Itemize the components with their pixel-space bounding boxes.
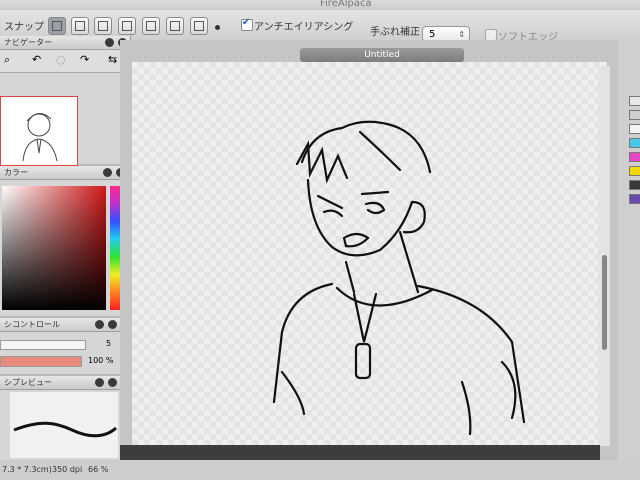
stabilizer-value: 5	[429, 29, 436, 40]
canvas-size: 7.3 * 7.3cm)	[2, 465, 52, 474]
canvas-zoom: 66 %	[88, 465, 109, 474]
antialias-checkbox[interactable]	[241, 17, 253, 31]
brush-preview-panel: シプレビュー	[0, 376, 121, 460]
palette-swatch[interactable]	[629, 166, 640, 176]
color-panel: カラー	[0, 166, 129, 316]
palette-swatch[interactable]	[629, 138, 640, 148]
thumbnail-sketch	[22, 113, 58, 162]
rotate-right-icon[interactable]: ↷	[80, 53, 89, 66]
color-title: カラー	[4, 168, 28, 177]
status-bar: 7.3 * 7.3cm) 350 dpi 66 %	[0, 460, 640, 480]
snap-circle-icon[interactable]	[142, 17, 160, 35]
document-tab[interactable]: Untitled	[300, 48, 464, 62]
navigator-header: ナビゲーター	[0, 36, 130, 50]
gear-icon[interactable]	[95, 378, 104, 387]
zoom-icon[interactable]: ⌕	[4, 53, 10, 67]
snap-parallel-icon[interactable]	[71, 17, 89, 35]
brush-control-title: シコントロール	[4, 320, 60, 329]
close-icon[interactable]	[108, 320, 117, 329]
gear-icon[interactable]	[105, 38, 114, 47]
brush-preview-header: シプレビュー	[0, 376, 120, 390]
snap-off-icon[interactable]	[48, 17, 66, 35]
palette-swatch[interactable]	[629, 194, 640, 204]
flip-icon[interactable]: ⇆	[108, 53, 117, 66]
stabilizer-label: 手ぶれ補正	[370, 27, 420, 38]
drawing-canvas[interactable]	[132, 62, 607, 445]
brush-stroke-preview	[13, 421, 118, 438]
reset-icon[interactable]: ◌	[56, 53, 66, 66]
brush-preview-canvas	[10, 392, 118, 458]
antialias-label: アンチエイリアシング	[254, 22, 354, 33]
snap-dot-icon[interactable]	[215, 25, 220, 30]
navigator-tools: ⌕ ↶ ◌ ↷ ⇆	[0, 50, 130, 73]
brush-size-slider[interactable]	[0, 340, 86, 350]
canvas-dpi: 350 dpi	[52, 465, 83, 474]
character-sketch	[272, 120, 526, 436]
horizontal-scrollbar[interactable]	[120, 445, 600, 460]
brush-preview-title: シプレビュー	[4, 378, 52, 387]
navigator-title: ナビゲーター	[4, 38, 52, 47]
snap-label: スナップ	[4, 22, 44, 33]
brush-control-header: シコントロール	[0, 318, 120, 332]
brush-control-panel: シコントロール 5 100 %	[0, 318, 121, 374]
rotate-left-icon[interactable]: ↶	[32, 53, 41, 66]
palette-swatch[interactable]	[629, 124, 640, 134]
gear-icon[interactable]	[103, 168, 112, 177]
close-icon[interactable]	[108, 378, 117, 387]
palette-swatch[interactable]	[629, 96, 640, 106]
brush-size-value: 5	[106, 339, 112, 348]
palette-swatch[interactable]	[629, 152, 640, 162]
color-header: カラー	[0, 166, 128, 180]
vertical-scroll-thumb[interactable]	[602, 255, 607, 350]
palette-swatch[interactable]	[629, 110, 640, 120]
brush-opacity-slider[interactable]	[0, 356, 82, 367]
snap-grid-icon[interactable]	[94, 17, 112, 35]
snap-settings-icon[interactable]	[190, 17, 208, 35]
brush-opacity-value: 100 %	[88, 356, 114, 365]
snap-curve-icon[interactable]	[166, 17, 184, 35]
snap-radial-icon[interactable]	[118, 17, 136, 35]
gear-icon[interactable]	[95, 320, 104, 329]
color-picker-square[interactable]	[2, 186, 106, 310]
palette-swatch[interactable]	[629, 180, 640, 190]
navigator-panel: ナビゲーター ⌕ ↶ ◌ ↷ ⇆	[0, 36, 131, 166]
navigator-thumbnail[interactable]	[0, 96, 78, 166]
window-title: FireAlpaca	[320, 0, 372, 9]
